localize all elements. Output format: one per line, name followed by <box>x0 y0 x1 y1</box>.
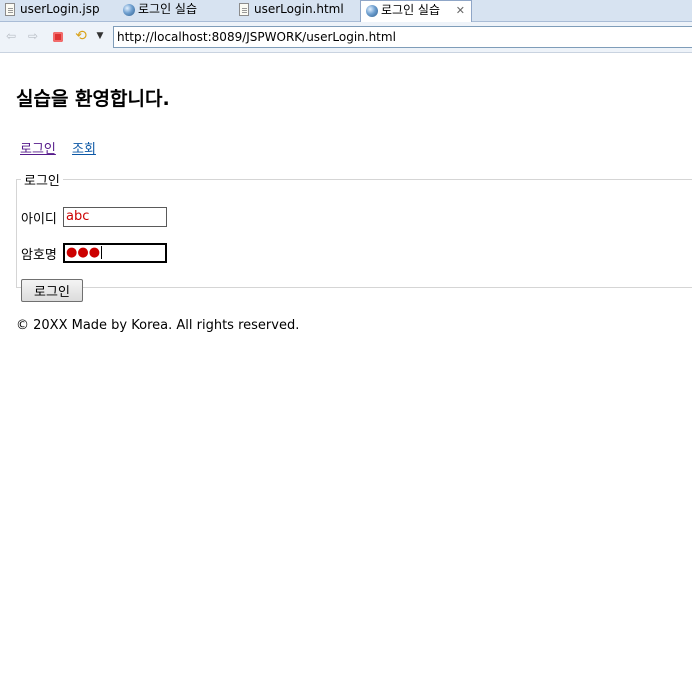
back-arrow-icon[interactable]: ⇦ <box>4 29 18 43</box>
address-bar[interactable]: http://localhost:8089/JSPWORK/userLogin.… <box>113 26 692 48</box>
tab-label: 로그인 실습 <box>381 3 441 17</box>
footer-copyright: © 20XX Made by Korea. All rights reserve… <box>16 318 300 333</box>
refresh-icon[interactable]: ⟲ <box>74 29 88 43</box>
tab-login-practice-active[interactable]: 로그인 실습 ✕ <box>360 0 472 22</box>
tab-login-practice-1[interactable]: 로그인 실습 <box>118 0 234 21</box>
login-button[interactable]: 로그인 <box>21 279 83 302</box>
login-link[interactable]: 로그인 <box>20 142 56 157</box>
close-icon[interactable]: ✕ <box>456 1 465 20</box>
page-title: 실습을 환영합니다. <box>16 88 170 110</box>
fieldset-legend: 로그인 <box>24 174 60 189</box>
forward-arrow-icon[interactable]: ⇨ <box>26 29 40 43</box>
inquiry-link[interactable]: 조회 <box>72 142 96 157</box>
tab-userlogin-jsp[interactable]: userLogin.jsp <box>0 0 118 21</box>
password-mask: ●●● <box>66 245 101 260</box>
id-label: 아이디 <box>21 211 57 227</box>
password-input[interactable]: ●●● <box>63 243 168 263</box>
browser-toolbar: ⇦ ⇨ ⟲ ▼ http://localhost:8089/JSPWORK/us… <box>0 22 692 53</box>
globe-icon <box>366 5 378 17</box>
globe-icon <box>123 4 135 16</box>
id-row: 아이디 abc <box>21 207 168 227</box>
login-fieldset: 로그인 아이디 abc 암호명 ●●● 로그인 <box>16 170 692 302</box>
nav-links: 로그인 조회 <box>20 138 108 157</box>
tab-label: userLogin.html <box>254 2 344 16</box>
tab-label: 로그인 실습 <box>138 2 198 16</box>
password-label: 암호명 <box>21 247 57 263</box>
tab-userlogin-html[interactable]: userLogin.html <box>234 0 360 21</box>
text-caret <box>101 246 103 259</box>
tab-label: userLogin.jsp <box>20 2 100 16</box>
editor-tab-bar: userLogin.jsp 로그인 실습 userLogin.html 로그인 … <box>0 0 692 22</box>
chevron-down-icon[interactable]: ▼ <box>93 29 107 43</box>
document-icon <box>239 3 249 16</box>
document-icon <box>5 3 15 16</box>
id-input[interactable]: abc <box>63 207 168 227</box>
stop-icon[interactable] <box>53 32 63 42</box>
password-row: 암호명 ●●● <box>21 243 168 263</box>
